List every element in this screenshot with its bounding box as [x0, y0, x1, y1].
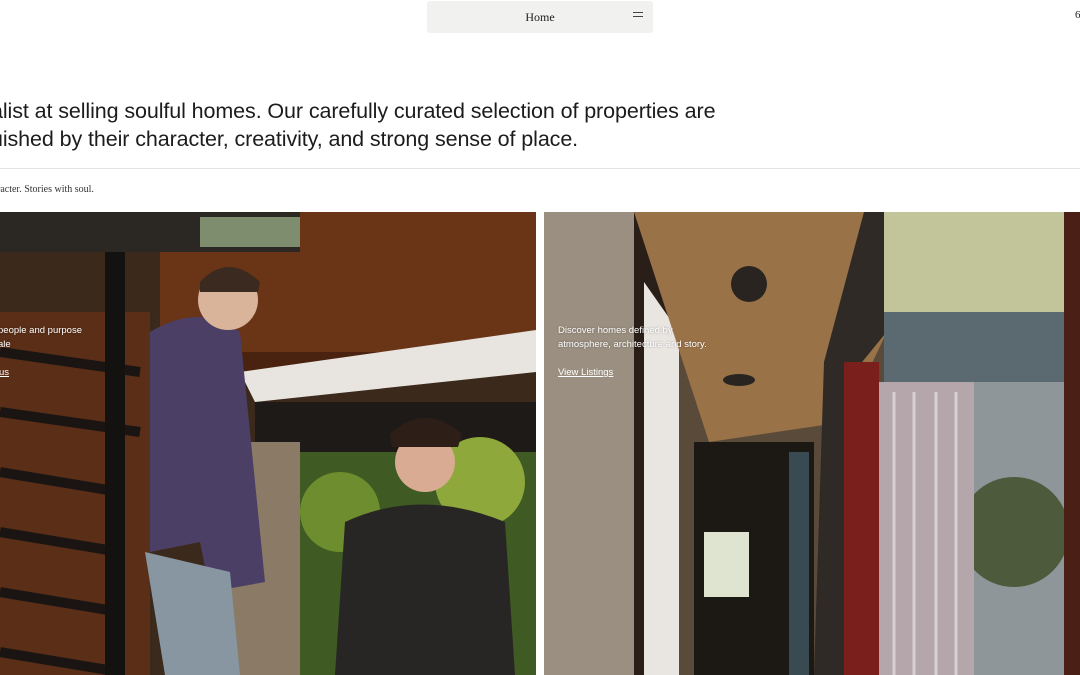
header-corner-text: 6	[1075, 9, 1080, 21]
listings-panel-caption: Discover homes defined by atmosphere, ar…	[558, 324, 707, 352]
about-us-link[interactable]: us	[0, 367, 9, 378]
corridor-photo	[544, 212, 1080, 675]
listings-caption-line-2: atmosphere, architecture and story.	[558, 339, 707, 350]
listings-panel[interactable]: Discover homes defined by atmosphere, ar…	[544, 212, 1080, 675]
view-listings-link[interactable]: View Listings	[558, 367, 613, 378]
about-panel-caption: people and purpose ale	[0, 324, 82, 352]
hamburger-icon[interactable]	[633, 12, 643, 22]
nav-current-page-label: Home	[525, 9, 555, 24]
about-caption-line-2: ale	[0, 339, 11, 350]
listings-caption-line-1: Discover homes defined by	[558, 325, 673, 336]
about-caption-line-1: people and purpose	[0, 325, 82, 336]
intro-line-2: uished by their character, creativity, a…	[0, 127, 579, 151]
section-divider	[0, 168, 1080, 169]
nav-pill[interactable]: Home	[427, 1, 653, 33]
intro-statement: alist at selling soulful homes. Our care…	[0, 97, 771, 153]
intro-line-1: alist at selling soulful homes. Our care…	[0, 99, 716, 123]
about-us-panel[interactable]: people and purpose ale us	[0, 212, 536, 675]
tagline: racter. Stories with soul.	[0, 184, 94, 195]
people-photo	[0, 212, 536, 675]
